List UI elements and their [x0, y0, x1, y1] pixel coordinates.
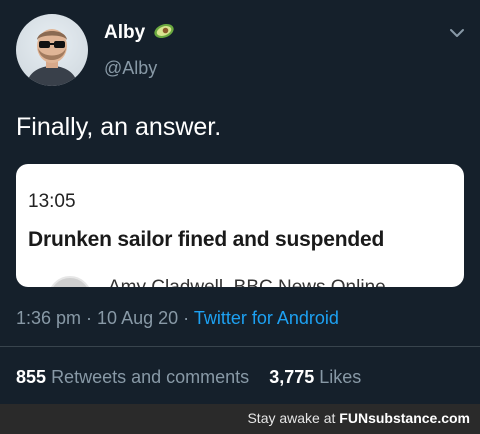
card-time: 13:05 — [28, 191, 76, 212]
tweet-source-link[interactable]: Twitter for Android — [194, 308, 339, 328]
divider — [0, 346, 480, 347]
tweet-text: Finally, an answer. — [16, 113, 222, 141]
chevron-down-icon[interactable] — [448, 24, 466, 42]
avatar-image — [26, 29, 78, 86]
user-handle[interactable]: @Alby — [104, 58, 157, 79]
avatar[interactable] — [16, 14, 88, 86]
likes-count[interactable]: 3,775 — [269, 367, 314, 387]
card-author-avatar — [48, 276, 92, 287]
meta-separator: · — [81, 308, 98, 328]
avocado-emoji-icon — [153, 23, 175, 44]
card-headline: Drunken sailor fined and suspended — [28, 228, 385, 251]
card-byline: Amy Cladwell, BBC News Online — [108, 277, 386, 287]
watermark-brand: FUNsubstance.com — [339, 410, 470, 426]
meta-separator: · — [178, 308, 194, 328]
tweet: Alby @Alby Finally, an answer. 13:05 Dru… — [0, 0, 480, 404]
retweets-count[interactable]: 855 — [16, 367, 46, 387]
display-name[interactable]: Alby — [104, 22, 145, 44]
tweet-meta: 1:36 pm · 10 Aug 20 · Twitter for Androi… — [16, 308, 339, 329]
watermark-bar: Stay awake at FUNsubstance.com — [0, 404, 480, 434]
retweets-label[interactable]: Retweets and comments — [51, 367, 249, 387]
watermark-prefix: Stay awake at — [247, 410, 336, 426]
tweet-stats: 855 Retweets and comments 3,775 Likes — [16, 367, 361, 388]
likes-label[interactable]: Likes — [319, 367, 361, 387]
watermark-text: Stay awake at FUNsubstance.com — [247, 410, 470, 426]
tweet-date: 10 Aug 20 — [97, 308, 179, 328]
quoted-card[interactable]: 13:05 Drunken sailor fined and suspended… — [16, 164, 464, 287]
tweet-time: 1:36 pm — [16, 308, 82, 328]
name-row: Alby — [104, 22, 175, 44]
